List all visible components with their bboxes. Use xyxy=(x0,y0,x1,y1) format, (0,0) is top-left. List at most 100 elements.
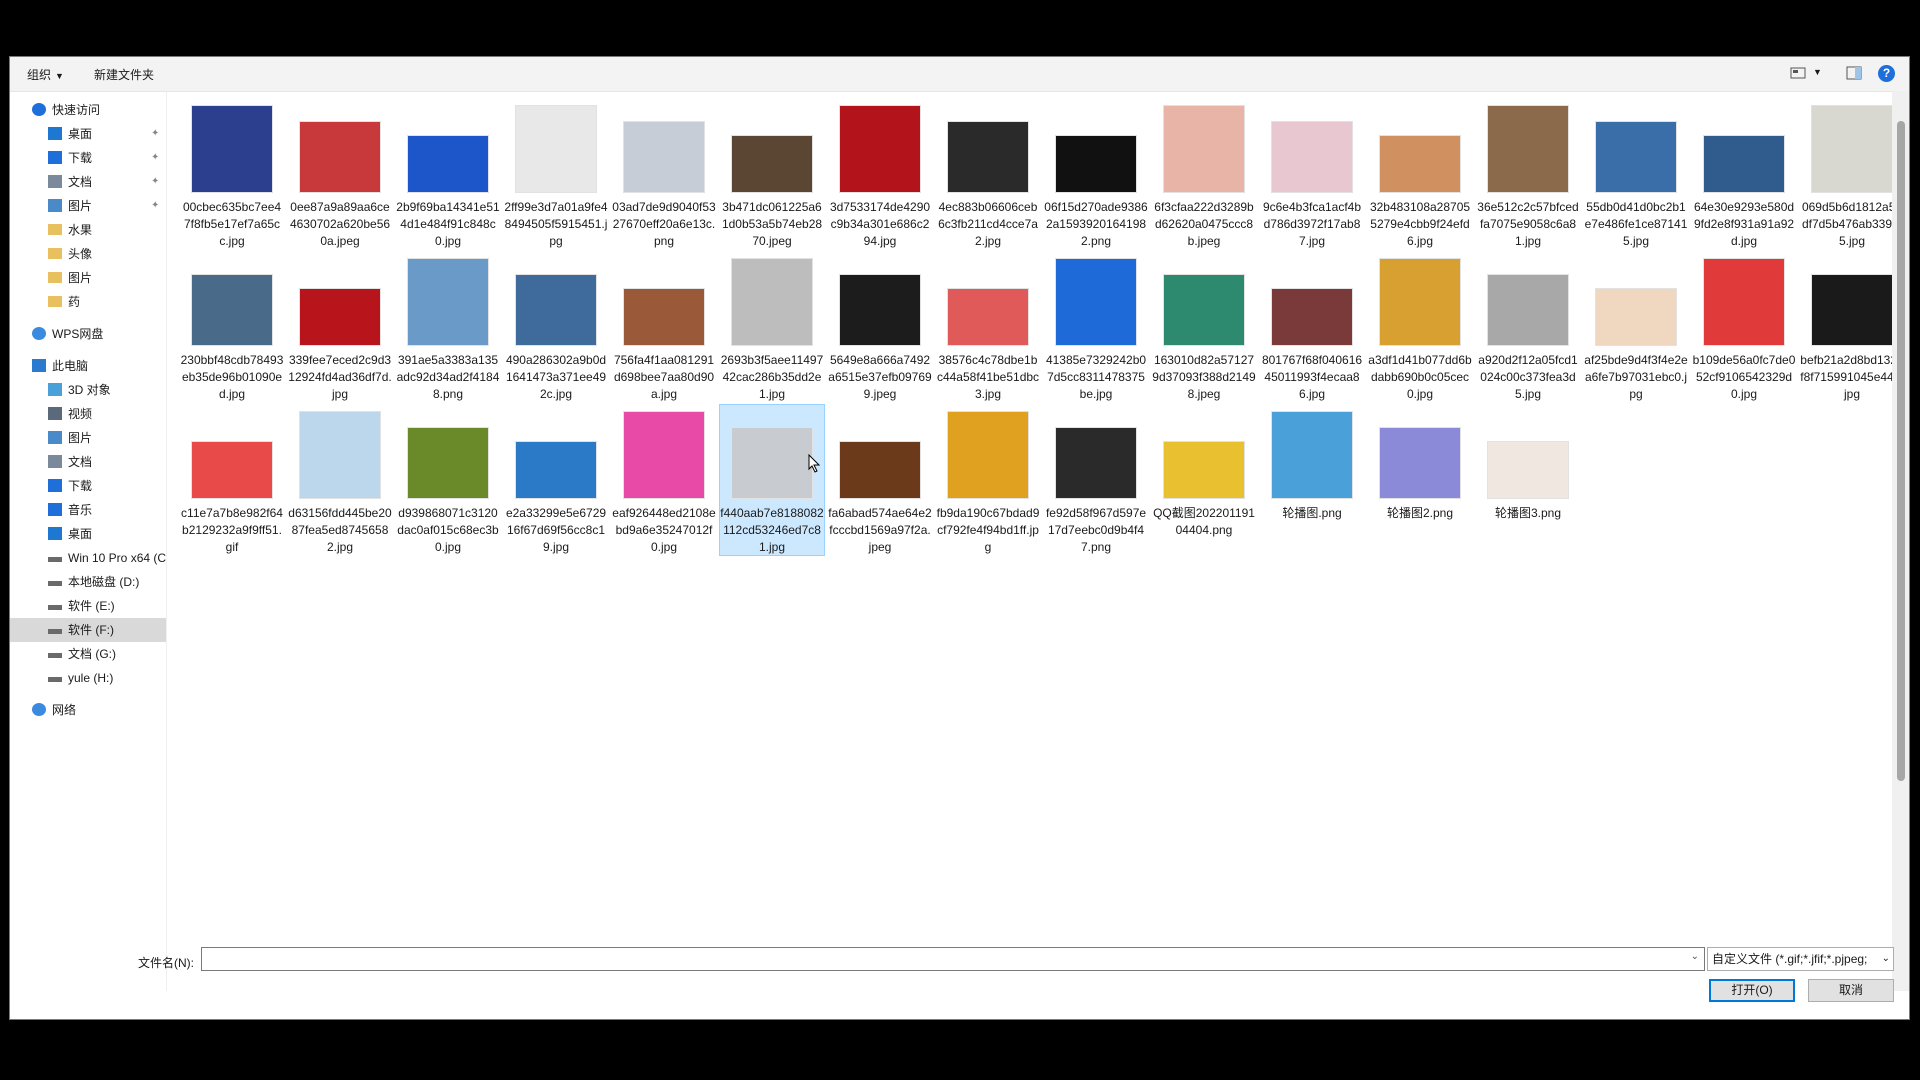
file-tile[interactable]: 41385e7329242b07d5cc8311478375be.jpg xyxy=(1044,252,1148,402)
nav-item-label: 文档 (G:) xyxy=(68,647,116,661)
file-tile[interactable]: 490a286302a9b0d1641473a371ee492c.jpg xyxy=(504,252,608,402)
file-open-dialog: 组织 ▼ 新建文件夹 ▼ ? 快速访问 桌面 ✦ 下载 ✦ 文档 ✦ 图片 ✦ 水果 头像 图片药 WPS… xyxy=(9,56,1910,1020)
file-tile[interactable]: e2a33299e5e672916f67d69f56cc8c19.jpg xyxy=(504,405,608,555)
nav-item[interactable]: 3D 对象 xyxy=(10,378,166,402)
file-tile[interactable]: d63156fdd445be2087fea5ed87456582.jpg xyxy=(288,405,392,555)
file-tile[interactable]: 3d7533174de4290c9b34a301e686c294.jpg xyxy=(828,99,932,249)
file-tile[interactable]: 轮播图.png xyxy=(1260,405,1364,555)
nav-item[interactable]: 下载 xyxy=(10,474,166,498)
nav-item[interactable]: 快速访问 xyxy=(10,98,166,122)
nav-item[interactable]: 图片 xyxy=(10,266,166,290)
file-name: 163010d82a571279d37093f388d21498.jpeg xyxy=(1152,353,1256,401)
nav-item[interactable]: 下载 ✦ xyxy=(10,146,166,170)
file-tile[interactable]: 2693b3f5aee1149742cac286b35dd2e1.jpg xyxy=(720,252,824,402)
file-tile[interactable]: 64e30e9293e580d9fd2e8f931a91a92d.jpg xyxy=(1692,99,1796,249)
file-name: 06f15d270ade93862a15939201641982.png xyxy=(1044,200,1148,248)
nav-item[interactable]: WPS网盘 xyxy=(10,322,166,346)
file-tile[interactable]: befb21a2d8bd1326f8f715991045e447.jpg xyxy=(1800,252,1904,402)
file-thumbnail xyxy=(1163,441,1245,499)
nav-item[interactable]: 文档 ✦ xyxy=(10,170,166,194)
file-tile[interactable]: a920d2f12a05fcd1024c00c373fea3d5.jpg xyxy=(1476,252,1580,402)
file-thumbnail xyxy=(1379,427,1461,499)
file-tile[interactable]: 391ae5a3383a135adc92d34ad2f41848.png xyxy=(396,252,500,402)
file-tile[interactable]: 163010d82a571279d37093f388d21498.jpeg xyxy=(1152,252,1256,402)
file-tile[interactable]: 4ec883b06606ceb6c3fb211cd4cce7a2.jpg xyxy=(936,99,1040,249)
file-thumbnail xyxy=(1271,288,1353,346)
nav-item[interactable]: 药 xyxy=(10,290,166,314)
file-tile[interactable]: 55db0d41d0bc2b1e7e486fe1ce871415.jpg xyxy=(1584,99,1688,249)
file-tile[interactable]: 801767f68f04061645011993f4ecaa86.jpg xyxy=(1260,252,1364,402)
preview-pane-icon[interactable] xyxy=(1846,65,1862,81)
file-tile[interactable]: fb9da190c67bdad9cf792fe4f94bd1ff.jpg xyxy=(936,405,1040,555)
help-icon[interactable]: ? xyxy=(1878,65,1895,82)
file-tile[interactable]: 6f3cfaa222d3289bd62620a0475ccc8b.jpeg xyxy=(1152,99,1256,249)
file-tile[interactable]: 339fee7eced2c9d312924fd4ad36df7d.jpg xyxy=(288,252,392,402)
file-tile[interactable]: d939868071c3120dac0af015c68ec3b0.jpg xyxy=(396,405,500,555)
nav-item[interactable]: 桌面 xyxy=(10,522,166,546)
file-name: 490a286302a9b0d1641473a371ee492c.jpg xyxy=(505,353,607,401)
file-tile[interactable]: fa6abad574ae64e2fcccbd1569a97f2a.jpeg xyxy=(828,405,932,555)
new-folder-button[interactable]: 新建文件夹 xyxy=(94,66,154,83)
nav-item[interactable]: Win 10 Pro x64 (C xyxy=(10,546,166,570)
file-name: 32b483108a287055279e4cbb9f24efd6.jpg xyxy=(1369,200,1471,248)
file-tile[interactable]: 9c6e4b3fca1acf4bd786d3972f17ab87.jpg xyxy=(1260,99,1364,249)
file-tile[interactable]: 00cbec635bc7ee47f8fb5e17ef7a65cc.jpg xyxy=(180,99,284,249)
file-tile[interactable]: eaf926448ed2108ebd9a6e35247012f0.jpg xyxy=(612,405,716,555)
nav-item[interactable]: 视频 xyxy=(10,402,166,426)
nav-item[interactable]: 图片 xyxy=(10,426,166,450)
file-tile[interactable]: 36e512c2c57bfcedfa7075e9058c6a81.jpg xyxy=(1476,99,1580,249)
nav-item[interactable]: 此电脑 xyxy=(10,354,166,378)
file-tile[interactable]: 756fa4f1aa081291d698bee7aa80d90a.jpg xyxy=(612,252,716,402)
file-tile[interactable]: 3b471dc061225a61d0b53a5b74eb2870.jpeg xyxy=(720,99,824,249)
cancel-button[interactable]: 取消 xyxy=(1808,979,1894,1002)
file-tile[interactable]: 5649e8a666a7492a6515e37efb097699.jpeg xyxy=(828,252,932,402)
file-tile[interactable]: 03ad7de9d9040f5327670eff20a6e13c.png xyxy=(612,99,716,249)
organize-button[interactable]: 组织 ▼ xyxy=(27,66,64,83)
nav-item-label: 本地磁盘 (D:) xyxy=(68,575,140,589)
file-tile[interactable]: 轮播图2.png xyxy=(1368,405,1472,555)
vertical-scrollbar[interactable] xyxy=(1892,91,1909,991)
nav-item[interactable]: 图片 ✦ xyxy=(10,194,166,218)
file-tile[interactable]: 0ee87a9a89aa6ce4630702a620be560a.jpeg xyxy=(288,99,392,249)
file-tile[interactable]: af25bde9d4f3f4e2ea6fe7b97031ebc0.jpg xyxy=(1584,252,1688,402)
file-thumbnail xyxy=(839,441,921,499)
nav-item[interactable]: yule (H:) xyxy=(10,666,166,690)
nav-item[interactable]: 文档 (G:) xyxy=(10,642,166,666)
nav-item[interactable]: 文档 xyxy=(10,450,166,474)
nav-item-label: 文档 xyxy=(68,175,93,189)
file-tile[interactable]: a3df1d41b077dd6bdabb690b0c05cec0.jpg xyxy=(1368,252,1472,402)
filename-dropdown-icon[interactable]: ⌄ xyxy=(1691,951,1699,962)
file-tile[interactable]: f440aab7e8188082112cd53246ed7c81.jpg xyxy=(719,404,825,556)
file-name: d63156fdd445be2087fea5ed87456582.jpg xyxy=(288,506,392,554)
file-tile[interactable]: fe92d58f967d597e17d7eebc0d9b4f47.png xyxy=(1044,405,1148,555)
file-type-filter[interactable]: 自定义文件 (*.gif;*.jfif;*.pjpeg; ⌄ xyxy=(1707,947,1894,971)
scrollbar-thumb[interactable] xyxy=(1897,121,1905,781)
nav-item[interactable]: 软件 (F:) xyxy=(10,618,166,642)
view-options-icon[interactable] xyxy=(1790,65,1806,81)
nav-item[interactable]: 头像 xyxy=(10,242,166,266)
view-dropdown-icon[interactable]: ▼ xyxy=(1813,67,1822,77)
file-tile[interactable]: 06f15d270ade93862a15939201641982.png xyxy=(1044,99,1148,249)
file-thumbnail xyxy=(407,427,489,499)
nav-item[interactable]: 音乐 xyxy=(10,498,166,522)
nav-item[interactable]: 软件 (E:) xyxy=(10,594,166,618)
organize-label: 组织 xyxy=(27,68,52,82)
file-tile[interactable]: 38576c4c78dbe1bc44a58f41be51dbc3.jpg xyxy=(936,252,1040,402)
file-name: fb9da190c67bdad9cf792fe4f94bd1ff.jpg xyxy=(936,506,1040,554)
folder-icon xyxy=(48,272,62,283)
file-tile[interactable]: b109de56a0fc7de052cf9106542329d0.jpg xyxy=(1692,252,1796,402)
file-tile[interactable]: 230bbf48cdb78493eb35de96b01090ed.jpg xyxy=(180,252,284,402)
nav-item[interactable]: 桌面 ✦ xyxy=(10,122,166,146)
file-tile[interactable]: 2ff99e3d7a01a9fe48494505f5915451.jpg xyxy=(504,99,608,249)
file-tile[interactable]: c11e7a7b8e982f64b2129232a9f9ff51.gif xyxy=(180,405,284,555)
file-tile[interactable]: 32b483108a287055279e4cbb9f24efd6.jpg xyxy=(1368,99,1472,249)
open-button[interactable]: 打开(O) xyxy=(1709,979,1795,1002)
file-tile[interactable]: QQ截图20220119104404.png xyxy=(1152,405,1256,555)
nav-item[interactable]: 网络 xyxy=(10,698,166,722)
nav-item[interactable]: 本地磁盘 (D:) xyxy=(10,570,166,594)
filename-input[interactable]: ⌄ xyxy=(201,947,1705,971)
file-tile[interactable]: 轮播图3.png xyxy=(1476,405,1580,555)
file-tile[interactable]: 069d5b6d1812a54df7d5b476ab3394f5.jpg xyxy=(1800,99,1904,249)
nav-item[interactable]: 水果 xyxy=(10,218,166,242)
file-tile[interactable]: 2b9f69ba14341e514d1e484f91c848c0.jpg xyxy=(396,99,500,249)
